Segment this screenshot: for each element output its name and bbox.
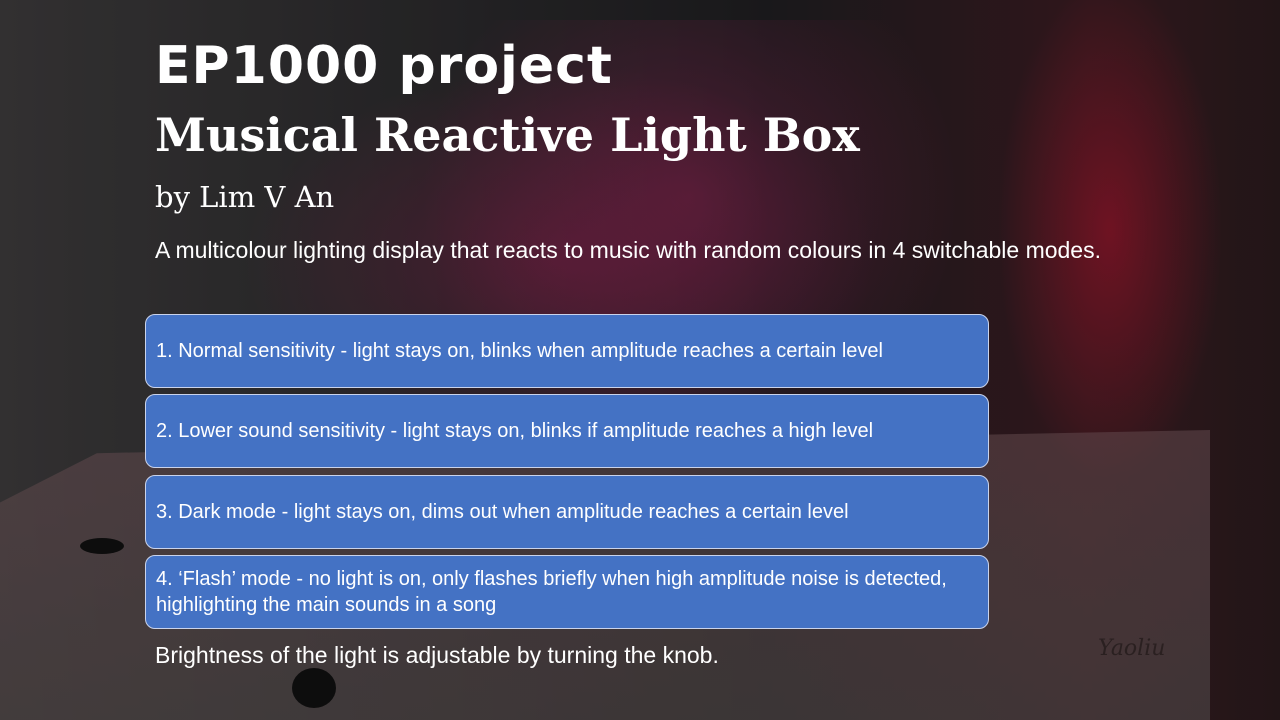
footer-note: Brightness of the light is adjustable by… (155, 642, 719, 668)
mode-box-2: 2. Lower sound sensitivity - light stays… (145, 394, 989, 468)
project-description: A multicolour lighting display that reac… (155, 237, 1101, 263)
slide: EP1000 project Musical Reactive Light Bo… (0, 0, 1280, 720)
mode-text: 4. ‘Flash’ mode - no light is on, only f… (156, 568, 947, 616)
mode-box-3: 3. Dark mode - light stays on, dims out … (145, 475, 989, 549)
mode-box-1: 1. Normal sensitivity - light stays on, … (145, 314, 989, 388)
mode-text: 2. Lower sound sensitivity - light stays… (156, 420, 874, 442)
mode-text: 3. Dark mode - light stays on, dims out … (156, 501, 849, 523)
mode-box-4: 4. ‘Flash’ mode - no light is on, only f… (145, 555, 989, 629)
mode-text: 1. Normal sensitivity - light stays on, … (156, 340, 883, 362)
slide-subtitle: Musical Reactive Light Box (155, 108, 860, 162)
author-line: by Lim V An (155, 180, 335, 214)
slide-title: EP1000 project (155, 36, 613, 96)
